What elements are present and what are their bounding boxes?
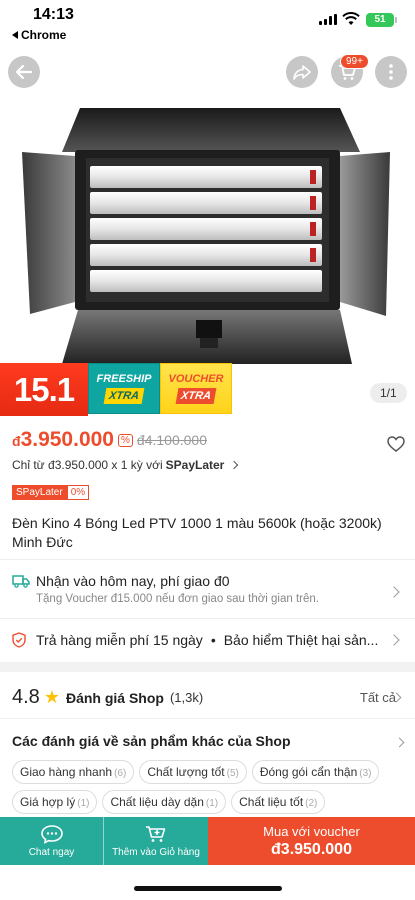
shop-rating-row[interactable]: 4.8 ★ Đánh giá Shop (1,3k) Tất cả — [12, 686, 404, 709]
spaylater-label: SPayLater — [12, 485, 67, 500]
installment-text: Chỉ từ đ3.950.000 x 1 kỳ với — [12, 458, 163, 472]
chip-count: (1) — [77, 798, 90, 809]
chip-count: (3) — [359, 768, 372, 779]
review-tags: Giao hàng nhanh (6) Chất lượng tốt (5) Đón… — [12, 760, 404, 814]
favorite-heart-icon[interactable] — [387, 436, 405, 452]
truck-icon — [12, 574, 30, 588]
home-indicator — [134, 886, 282, 891]
buy-with-voucher-button[interactable]: Mua với voucher đ3.950.000 — [208, 817, 415, 865]
voucher-label: VOUCHER — [168, 373, 224, 385]
back-button[interactable] — [8, 56, 40, 88]
installment-row[interactable]: Chỉ từ đ3.950.000 x 1 kỳ với SPayLater — [12, 458, 239, 472]
add-cart-icon — [146, 826, 166, 842]
review-tag-chip[interactable]: Chất liệu dày dặn (1) — [102, 790, 227, 814]
more-options-button[interactable] — [375, 56, 407, 88]
chat-label: Chat ngay — [28, 847, 75, 858]
chip-label: Giao hàng nhanh — [20, 765, 113, 779]
divider — [0, 559, 415, 560]
back-to-app-link[interactable]: Chrome — [12, 28, 66, 42]
review-tag-chip[interactable]: Giá hợp lý (1) — [12, 790, 98, 814]
chip-label: Giá hợp lý — [20, 795, 76, 809]
rating-label: Đánh giá Shop — [65, 689, 164, 706]
dot-separator: • — [210, 632, 216, 648]
freeship-label: FREESHIP — [96, 373, 152, 385]
review-tag-chip[interactable]: Chất lượng tốt (5) — [139, 760, 247, 784]
shop-reviews-title[interactable]: Các đánh giá về sản phẩm khác của Shop — [12, 733, 291, 749]
chip-count: (1) — [205, 798, 219, 809]
chip-label: Chất liệu dày dặn — [110, 795, 204, 809]
rating-score: 4.8 — [12, 686, 40, 708]
section-separator — [0, 662, 415, 672]
product-image-gallery[interactable]: 99+ — [0, 44, 415, 418]
status-time: 14:13 — [33, 6, 74, 23]
old-price: đ4.100.000 — [136, 432, 207, 448]
sale-price-icon: % — [118, 433, 133, 447]
chevron-right-icon — [388, 634, 400, 646]
chip-count: (2) — [305, 798, 318, 809]
voucher-xtra-label: XTRA — [175, 388, 217, 404]
chip-label: Chất lượng tốt — [147, 765, 225, 779]
add-to-cart-button[interactable]: Thêm vào Giỏ hàng — [104, 817, 208, 865]
chip-label: Đóng gói cẩn thận — [259, 765, 358, 779]
buy-price: đ3.950.000 — [271, 840, 352, 858]
image-counter: 1/1 — [370, 383, 407, 403]
chevron-right-icon — [394, 737, 405, 748]
return-policy-row[interactable]: Trả hàng miễn phí 15 ngày • Bảo hiểm Thi… — [12, 630, 404, 650]
star-icon: ★ — [43, 687, 60, 707]
promo-date: 15.1 — [0, 363, 88, 416]
current-price: đ3.950.000 — [12, 428, 114, 452]
rating-count: (1,3k) — [169, 690, 204, 705]
chat-icon — [40, 825, 63, 844]
more-vertical-icon — [389, 64, 393, 80]
divider — [0, 718, 415, 719]
price-row: đ3.950.000 % đ4.100.000 — [12, 428, 207, 452]
shipping-title: Nhận vào hôm nay, phí giao đ0 — [36, 573, 230, 589]
chevron-right-icon — [388, 586, 400, 598]
spaylater-rate: 0% — [66, 485, 90, 500]
chip-label: Chất liệu tốt — [239, 795, 304, 809]
product-image — [22, 108, 390, 364]
product-title: Đèn Kino 4 Bóng Led PTV 1000 1 màu 5600k… — [12, 515, 382, 550]
add-cart-label: Thêm vào Giỏ hàng — [112, 847, 200, 858]
freeship-xtra-label: XTRA — [103, 388, 145, 404]
review-tag-chip[interactable]: Giao hàng nhanh (6) — [12, 760, 135, 784]
voucher-xtra-tag: VOUCHER XTRA — [160, 363, 232, 414]
shipping-subtitle: Tặng Voucher đ15.000 nếu đơn giao sau th… — [36, 593, 319, 605]
review-tag-chip[interactable]: Đóng gói cẩn thận (3) — [251, 760, 380, 784]
installment-brand: SPayLater — [165, 458, 225, 472]
shipping-row[interactable]: Nhận vào hôm nay, phí giao đ0 — [12, 570, 404, 598]
arrow-left-icon — [15, 64, 33, 80]
price-currency: đ — [12, 433, 21, 449]
cart-count-badge: 99+ — [340, 54, 369, 69]
return-text: Trả hàng miễn phí 15 ngày — [36, 632, 203, 648]
share-icon — [293, 65, 311, 80]
share-button[interactable] — [286, 56, 318, 88]
divider — [0, 618, 415, 619]
buy-label: Mua với voucher — [263, 823, 360, 839]
chip-count: (5) — [226, 768, 239, 779]
wifi-icon — [342, 12, 360, 25]
price-value: 3.950.000 — [20, 428, 114, 451]
back-triangle-icon — [12, 31, 18, 39]
shield-icon — [12, 632, 30, 648]
back-app-label: Chrome — [21, 28, 67, 42]
spaylater-badge: SPayLater 0% — [12, 485, 90, 500]
freeship-xtra-tag: FREESHIP XTRA — [88, 363, 160, 414]
chip-count: (6) — [114, 768, 127, 779]
chevron-right-icon — [230, 460, 239, 470]
bottom-action-bar: Chat ngay Thêm vào Giỏ hàng Mua với vouc… — [0, 817, 415, 865]
battery-icon: 51 — [366, 13, 397, 27]
chat-button[interactable]: Chat ngay — [0, 817, 104, 865]
review-tag-chip[interactable]: Chất liệu tốt (2) — [231, 790, 326, 814]
cellular-signal-icon — [319, 14, 337, 25]
status-bar: 14:13 Chrome 51 — [0, 0, 415, 44]
insurance-text: Bảo hiểm Thiệt hại sản... — [223, 632, 379, 648]
promo-banner[interactable]: 15.1 FREESHIP XTRA VOUCHER XTRA — [0, 363, 232, 416]
